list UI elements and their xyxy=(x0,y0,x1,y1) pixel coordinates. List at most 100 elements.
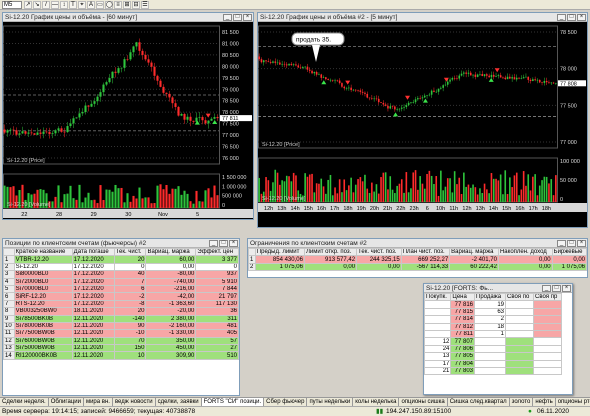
own-ask[interactable] xyxy=(532,352,563,361)
column-header[interactable]: Тек. чист. xyxy=(113,247,147,257)
net-position[interactable]: 7 xyxy=(113,277,147,286)
table-row[interactable]: 2 Si-12.20 17.12.2020 0 0,00 0 xyxy=(3,262,239,272)
limit-cur[interactable]: 244 325,15 xyxy=(356,255,402,264)
limit-acc[interactable]: 0,00 xyxy=(497,255,553,264)
effective-price[interactable]: 57 xyxy=(195,336,239,346)
order-book-row[interactable]: 17 77 804 xyxy=(423,359,563,368)
order-book-row[interactable]: 77 815 63 xyxy=(423,307,563,317)
instrument-name[interactable]: Si70000BL0 xyxy=(13,284,73,294)
close-icon[interactable]: × xyxy=(229,239,238,247)
row-number[interactable]: 1 xyxy=(3,255,15,264)
limit-prev[interactable]: 1 075,06 xyxy=(254,262,305,272)
column-header[interactable]: Тек. чист. поз. xyxy=(356,247,402,257)
expiry-date[interactable]: 12.11.2020 xyxy=(71,314,115,323)
workspace-tab[interactable]: Сишка след.квартал xyxy=(448,398,510,406)
toolbar-tool-icon[interactable]: A xyxy=(87,0,95,9)
price-level[interactable]: 77 803 xyxy=(450,366,476,376)
workspace-tab[interactable]: сделки, заявки xyxy=(156,398,202,406)
bid-volume[interactable]: 12 xyxy=(423,337,452,346)
effective-price[interactable]: 36 xyxy=(195,307,239,316)
column-header[interactable] xyxy=(248,247,256,257)
expiry-date[interactable]: 12.11.2020 xyxy=(71,351,115,360)
variation-margin[interactable]: -80,00 xyxy=(145,270,197,279)
workspace-tab[interactable]: Сбер фьючер xyxy=(264,398,308,406)
net-position[interactable]: 150 xyxy=(113,344,147,353)
variation-margin[interactable]: -42,00 xyxy=(145,292,197,301)
own-ask[interactable] xyxy=(532,337,563,346)
limit-var[interactable]: -2 401,70 xyxy=(449,255,499,264)
instrument-name[interactable]: VTBR-12.20 xyxy=(13,255,73,264)
own-bid[interactable] xyxy=(505,344,534,354)
own-bid[interactable] xyxy=(505,359,534,368)
bid-volume[interactable]: 21 xyxy=(423,366,452,376)
ask-volume[interactable]: 2 xyxy=(474,315,507,324)
row-number[interactable]: 12 xyxy=(3,336,15,346)
instrument-name[interactable]: RTS-12.20 xyxy=(13,299,73,309)
own-bid[interactable] xyxy=(505,329,534,339)
effective-price[interactable]: 0 xyxy=(195,262,239,272)
row-number[interactable]: 1 xyxy=(248,255,256,264)
effective-price[interactable]: 3 377 xyxy=(195,255,239,264)
order-book-row[interactable]: 24 77 806 xyxy=(423,344,563,354)
net-position[interactable]: 6 xyxy=(113,284,147,294)
workspace-tab[interactable]: мира вн. xyxy=(84,398,113,406)
limit-limit[interactable]: 0,00 xyxy=(303,262,358,272)
instrument-name[interactable]: Si75000BW0B xyxy=(13,344,73,353)
column-header[interactable]: Цена xyxy=(450,292,476,302)
ask-volume[interactable] xyxy=(474,344,507,354)
table-row[interactable]: 7 RTS-12.20 17.12.2020 -8 -1 363,60 117 130 xyxy=(3,299,239,309)
column-header[interactable]: Накоплен. доход xyxy=(497,247,553,257)
net-position[interactable]: -140 xyxy=(113,314,147,323)
ask-volume[interactable] xyxy=(474,352,507,361)
net-position[interactable]: 90 xyxy=(113,321,147,331)
limit-plan[interactable]: 669 252,27 xyxy=(400,255,451,264)
column-header[interactable] xyxy=(3,247,15,257)
variation-margin[interactable]: -740,00 xyxy=(145,277,197,286)
workspace-tab[interactable]: ведж новости xyxy=(113,398,156,406)
variation-margin[interactable]: 450,00 xyxy=(145,344,197,353)
ask-volume[interactable]: 19 xyxy=(474,300,507,309)
limit-exch[interactable]: 1 075,06 xyxy=(551,262,588,272)
row-number[interactable]: 2 xyxy=(3,262,15,272)
variation-margin[interactable]: 2 380,00 xyxy=(145,314,197,323)
price-level[interactable]: 77 814 xyxy=(450,315,476,324)
minimize-icon[interactable]: _ xyxy=(223,13,232,21)
toolbar-tool-icon[interactable]: ↘ xyxy=(33,0,41,9)
column-header[interactable]: Своя пр xyxy=(532,292,563,302)
toolbar-tool-icon[interactable]: ⊞ xyxy=(123,0,131,9)
order-book-row[interactable]: 77 811 1 xyxy=(423,329,563,339)
column-header[interactable]: Покупк. xyxy=(423,292,452,302)
own-ask[interactable] xyxy=(532,329,563,339)
own-bid[interactable] xyxy=(505,322,534,331)
table-row[interactable]: 1 VTBR-12.20 17.12.2020 20 60,00 3 377 xyxy=(3,255,239,264)
instrument-name[interactable]: Si78000BK0B xyxy=(13,321,73,331)
effective-price[interactable]: 117 130 xyxy=(195,299,239,309)
column-header[interactable]: Дата погаше xyxy=(71,247,115,257)
effective-price[interactable]: 937 xyxy=(195,270,239,279)
ask-volume[interactable] xyxy=(474,366,507,376)
limit-prev[interactable]: 854 430,06 xyxy=(254,255,305,264)
workspace-tab[interactable]: колы неделька xyxy=(353,398,400,406)
expiry-date[interactable]: 17.12.2020 xyxy=(71,292,115,301)
toolbar-tool-icon[interactable]: ↗ xyxy=(24,0,32,9)
row-number[interactable]: 7 xyxy=(3,299,15,309)
price-level[interactable]: 77 811 xyxy=(450,329,476,339)
ask-volume[interactable]: 18 xyxy=(474,322,507,331)
price-level[interactable]: 77 816 xyxy=(450,300,476,309)
maximize-icon[interactable]: □ xyxy=(567,13,576,21)
own-bid[interactable] xyxy=(505,352,534,361)
expiry-date[interactable]: 12.11.2020 xyxy=(71,329,115,338)
minimize-icon[interactable]: _ xyxy=(542,284,551,292)
expiry-date[interactable]: 18.11.2020 xyxy=(71,307,115,316)
table-row[interactable]: 6 SiRF-12.20 17.12.2020 -2 -42,00 21 797 xyxy=(3,292,239,301)
order-book-row[interactable]: 77 814 2 xyxy=(423,315,563,324)
toolbar-tool-icon[interactable]: ▭ xyxy=(96,0,104,9)
own-ask[interactable] xyxy=(532,366,563,376)
ask-volume[interactable]: 1 xyxy=(474,329,507,339)
column-header[interactable]: План чист. поз. xyxy=(400,247,451,257)
own-ask[interactable] xyxy=(532,322,563,331)
own-ask[interactable] xyxy=(532,359,563,368)
bid-volume[interactable] xyxy=(423,300,452,309)
variation-margin[interactable]: -1 330,00 xyxy=(145,329,197,338)
order-book-row[interactable]: 13 77 805 xyxy=(423,352,563,361)
